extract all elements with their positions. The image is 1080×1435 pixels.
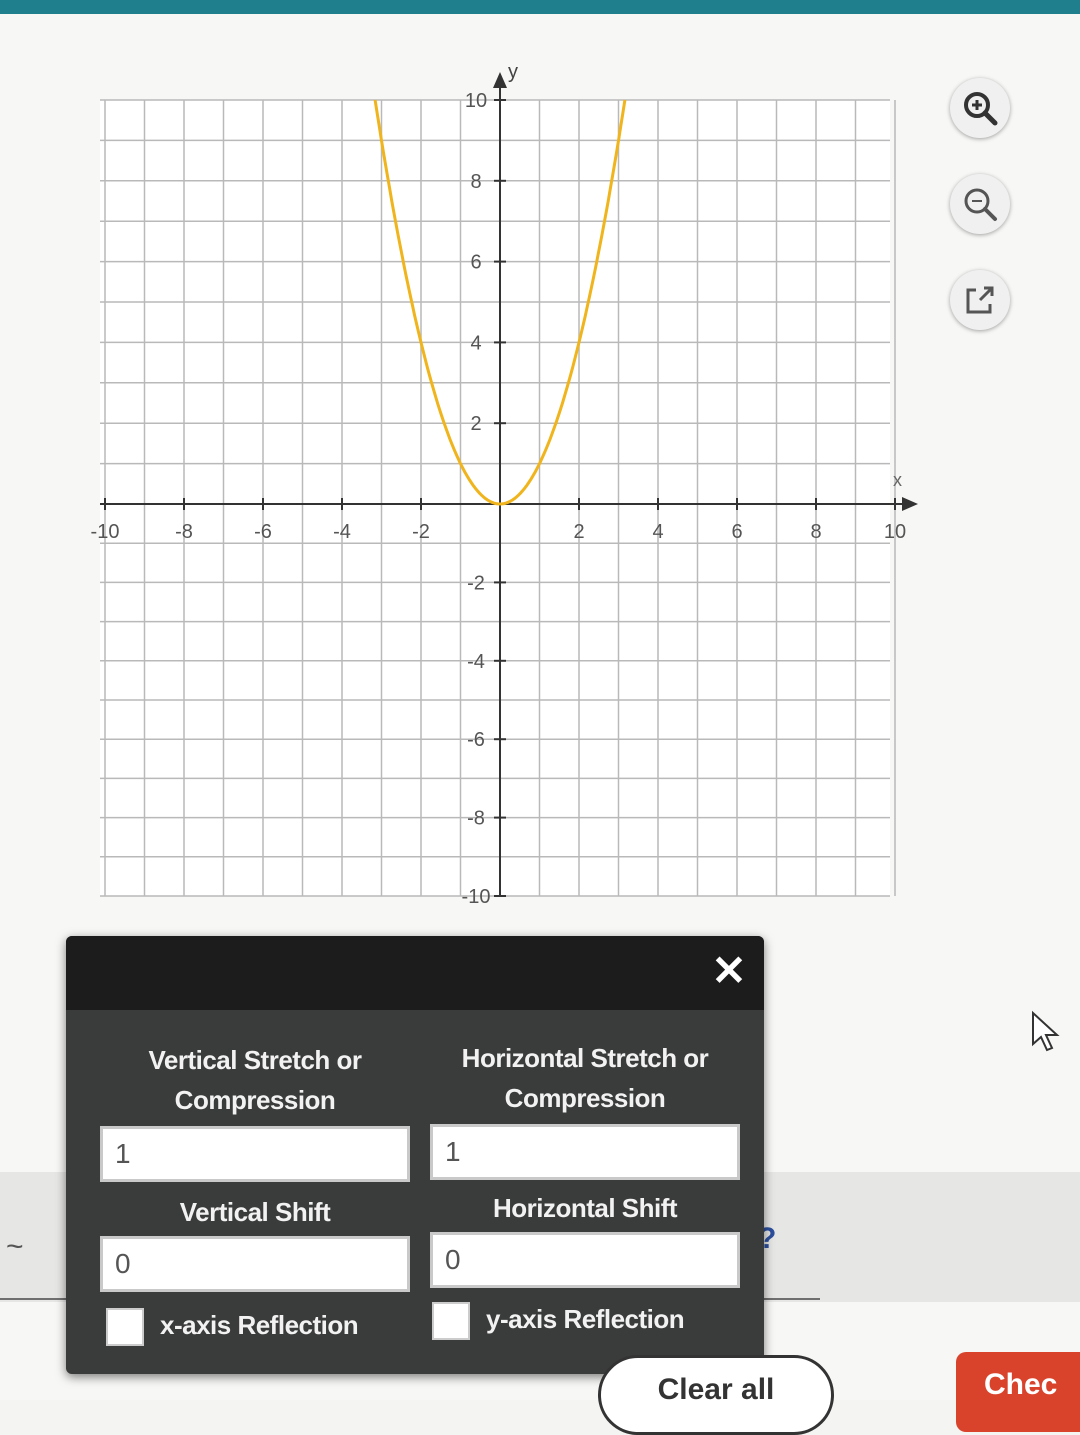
y-tick-label: 2	[470, 413, 481, 435]
x-tick-label: 2	[573, 521, 584, 543]
y-tick-label: 8	[470, 171, 481, 193]
zoom-out-icon	[964, 188, 997, 221]
horizontal-stretch-label: Horizontal Stretch or Compression	[430, 1038, 740, 1118]
graph-background	[100, 100, 890, 896]
y-axis-reflection-checkbox[interactable]	[432, 1302, 470, 1340]
x-axis-arrow	[902, 497, 918, 511]
y-axis-label: y	[508, 61, 518, 83]
x-axis-reflection-label: x-axis Reflection	[160, 1310, 359, 1340]
y-tick-label: 10	[465, 90, 487, 112]
x-axis-reflection-checkbox[interactable]	[106, 1308, 144, 1346]
horizontal-shift-input[interactable]	[430, 1232, 740, 1288]
vertical-stretch-label: Vertical Stretch or Compression	[100, 1040, 410, 1120]
check-answer-button[interactable]: Chec	[956, 1352, 1080, 1432]
y-tick-label: 4	[470, 332, 481, 354]
vertical-shift-input[interactable]	[100, 1236, 410, 1292]
x-tick-label: -4	[333, 521, 351, 543]
x-tick-label: -10	[91, 521, 120, 543]
x-tick-label: 6	[731, 521, 742, 543]
horizontal-stretch-label-line1: Horizontal Stretch or	[461, 1043, 709, 1073]
x-tick-label: 10	[884, 521, 906, 543]
x-tick-label: -8	[175, 521, 193, 543]
x-tick-label: -2	[412, 521, 430, 543]
y-tick-label: 6	[470, 252, 481, 274]
vertical-stretch-label-line1: Vertical Stretch or	[148, 1045, 362, 1075]
y-tick-label: -6	[467, 729, 485, 751]
panel-header: ✕	[66, 936, 764, 1010]
x-tick-label: -6	[254, 521, 272, 543]
vertical-stretch-label-line2: Compression	[174, 1085, 336, 1115]
popout-icon	[966, 286, 994, 314]
vertical-shift-label: Vertical Shift	[179, 1197, 331, 1227]
horizontal-stretch-label-line2: Compression	[504, 1083, 666, 1113]
mouse-cursor-icon	[1032, 1010, 1060, 1052]
vertical-stretch-input[interactable]	[100, 1126, 410, 1182]
y-axis-reflection-label: y-axis Reflection	[486, 1304, 685, 1334]
graph-canvas[interactable]: -10 -8 -6 -4 -2 2 4 6 8 10 10 8 6 4 2 -2 -4 -6 -8 -10 x y	[0, 14, 1080, 944]
top-bar	[0, 0, 1080, 14]
y-tick-label: -10	[462, 886, 491, 908]
y-tick-label: -8	[467, 808, 485, 830]
side-mark: ~	[6, 1230, 24, 1263]
transformation-panel: ✕ Vertical Stretch or Compression Horizo…	[66, 936, 764, 1374]
y-axis-arrow	[493, 72, 507, 88]
clear-all-button[interactable]: Clear all	[598, 1355, 834, 1435]
horizontal-shift-label: Horizontal Shift	[492, 1193, 678, 1223]
y-tick-label: -2	[467, 572, 485, 594]
x-axis-label: x	[893, 470, 902, 490]
popout-button[interactable]	[950, 270, 1010, 330]
y-tick-label: -4	[467, 651, 485, 673]
zoom-out-button[interactable]	[950, 174, 1010, 234]
x-tick-label: 4	[652, 521, 663, 543]
horizontal-stretch-input[interactable]	[430, 1124, 740, 1180]
zoom-in-icon	[964, 92, 998, 126]
x-tick-label: 8	[810, 521, 821, 543]
close-button[interactable]: ✕	[704, 946, 754, 996]
zoom-in-button[interactable]	[950, 78, 1010, 138]
